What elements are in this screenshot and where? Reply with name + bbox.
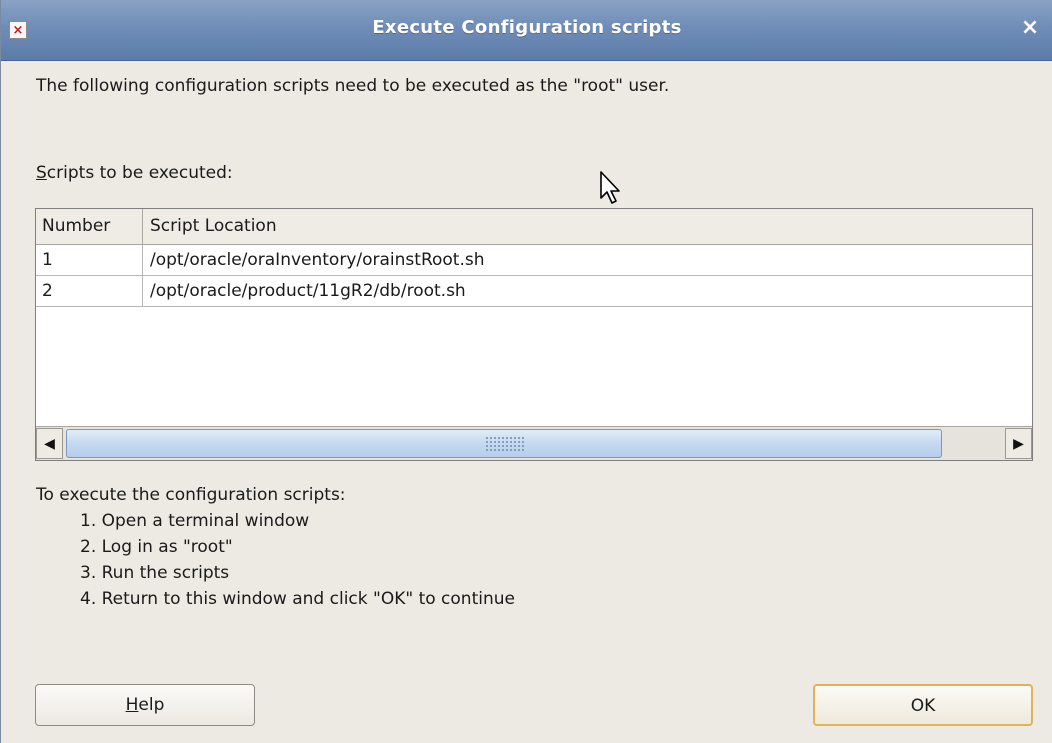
close-icon[interactable]: × [1017,15,1043,41]
help-button-mnemonic: H [125,695,139,715]
table-row[interactable]: 2 /opt/oracle/product/11gR2/db/root.sh [36,276,1032,307]
arrow-right-icon[interactable]: ▶ [1005,428,1032,459]
column-header-script-location[interactable]: Script Location [144,209,1032,244]
scripts-table: Number Script Location 1 /opt/oracle/ora… [35,208,1033,461]
help-button[interactable]: Help [35,684,255,726]
scripts-label-mnemonic: S [36,163,47,183]
dialog-window: × Execute Configuration scripts × The fo… [0,0,1052,743]
ok-button[interactable]: OK [813,684,1033,726]
cell-script-location: /opt/oracle/product/11gR2/db/root.sh [150,281,466,301]
help-button-label: elp [138,695,165,715]
instructions-heading: To execute the configuration scripts: [36,485,346,505]
title-bar[interactable]: × Execute Configuration scripts × [1,0,1052,61]
scripts-label-rest: cripts to be executed: [46,163,233,183]
intro-text: The following configuration scripts need… [36,76,670,96]
instruction-step: 2. Log in as "root" [80,537,233,557]
cell-number: 2 [36,276,143,307]
instructions: To execute the configuration scripts: 1.… [36,482,515,612]
cell-script-location: /opt/oracle/oraInventory/orainstRoot.sh [150,250,485,270]
cell-number: 1 [36,245,143,276]
scrollbar-grip [485,436,525,451]
scripts-label: Scripts to be executed: [36,163,233,183]
arrow-left-icon[interactable]: ◀ [36,428,63,459]
scrollbar-thumb[interactable] [66,429,942,458]
horizontal-scrollbar[interactable]: ◀ ▶ [36,426,1032,460]
table-header: Number Script Location [36,209,1032,245]
instruction-step: 1. Open a terminal window [80,511,310,531]
window-title: Execute Configuration scripts [372,17,682,38]
instruction-step: 4. Return to this window and click "OK" … [80,589,515,609]
table-row[interactable]: 1 /opt/oracle/oraInventory/orainstRoot.s… [36,245,1032,276]
mouse-pointer-icon [600,171,620,204]
column-header-number[interactable]: Number [36,209,143,244]
instruction-step: 3. Run the scripts [80,563,230,583]
